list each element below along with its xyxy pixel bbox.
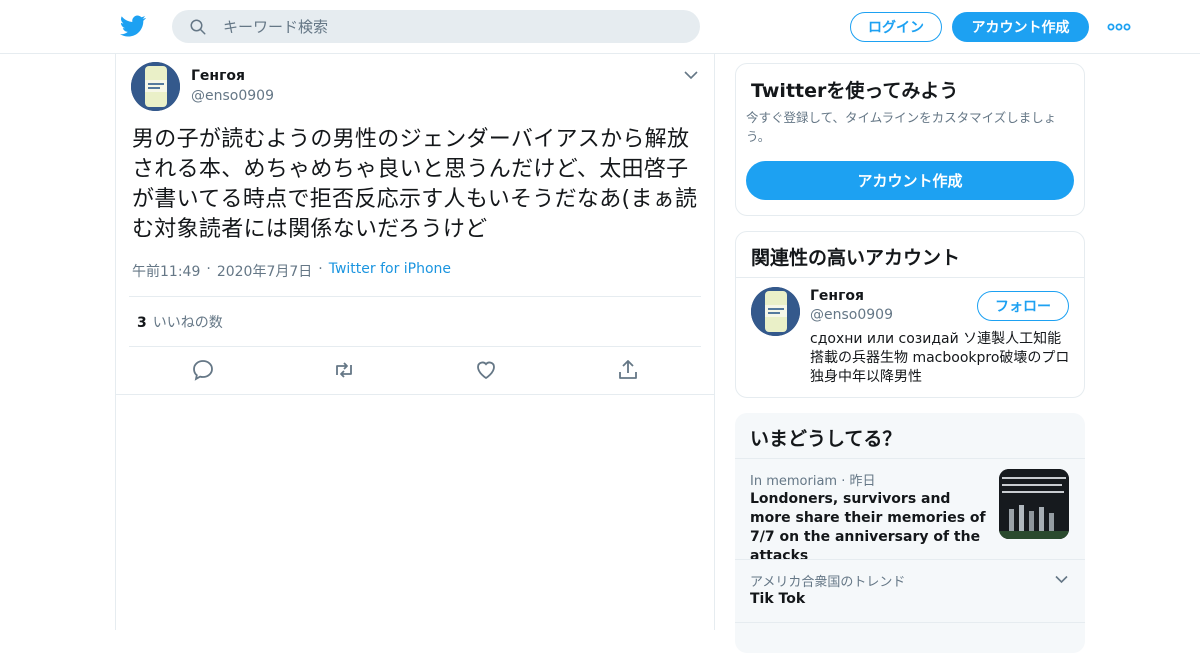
- trends-card: いまどうしてる？ In memoriam · 昨日 Londoners, sur…: [735, 413, 1085, 653]
- related-accounts-card: 関連性の高いアカウント Генгоя @enso0909 フォロー сдохни…: [735, 231, 1085, 398]
- meta-separator: ·: [318, 261, 323, 277]
- divider: [736, 277, 1084, 278]
- divider: [116, 394, 714, 395]
- reply-icon[interactable]: [191, 358, 215, 382]
- search-input[interactable]: [223, 17, 683, 36]
- display-name[interactable]: Генгоя: [191, 68, 245, 84]
- signup-card-subtitle: 今すぐ登録して、タイムラインをカスタマイズしましょう。: [746, 110, 1057, 144]
- share-icon[interactable]: [616, 358, 640, 382]
- trend-category: アメリカ合衆国のトレンド: [750, 575, 906, 590]
- divider: [735, 458, 1085, 459]
- related-account-name[interactable]: Генгоя: [810, 288, 864, 304]
- tweet-meta: 午前11:49 · 2020年7月7日 · Twitter for iPhone: [132, 261, 451, 281]
- signup-card: Twitterを使ってみよう 今すぐ登録して、タイムラインをカスタマイズしましょ…: [735, 63, 1085, 216]
- divider: [129, 296, 701, 297]
- avatar[interactable]: [751, 287, 800, 336]
- follow-button[interactable]: フォロー: [977, 291, 1069, 321]
- retweet-icon[interactable]: [332, 358, 356, 382]
- twitter-bird-icon[interactable]: [120, 13, 146, 39]
- signup-card-title: Twitterを使ってみよう: [751, 80, 959, 102]
- related-card-title: 関連性の高いアカウント: [751, 247, 961, 269]
- trend-title[interactable]: Londoners, survivors and more share thei…: [750, 490, 990, 566]
- trend-thumbnail[interactable]: [999, 469, 1069, 539]
- trend-meta: In memoriam · 昨日: [750, 470, 876, 489]
- trends-card-title: いまどうしてる？: [750, 428, 902, 450]
- chevron-down-icon[interactable]: [684, 70, 698, 80]
- divider: [735, 559, 1085, 560]
- more-icon[interactable]: [1106, 18, 1132, 36]
- top-bar: ログイン アカウント作成: [0, 0, 1200, 54]
- tweet-source-link[interactable]: Twitter for iPhone: [329, 261, 451, 281]
- meta-separator: ·: [206, 261, 211, 277]
- divider: [129, 346, 701, 347]
- user-handle[interactable]: @enso0909: [191, 88, 274, 104]
- login-button[interactable]: ログイン: [850, 12, 942, 42]
- like-icon[interactable]: [474, 358, 498, 382]
- likes-stat[interactable]: 3 いいねの数: [137, 312, 223, 332]
- related-account-bio: сдохни или созидай ソ連製人工知能 搭載の兵器生物 macbo…: [810, 331, 1070, 385]
- chevron-down-icon[interactable]: [1055, 575, 1068, 584]
- related-account-handle[interactable]: @enso0909: [810, 307, 893, 323]
- avatar[interactable]: [131, 62, 180, 111]
- tweet-time[interactable]: 午前11:49: [132, 261, 200, 281]
- tweet-text: 男の子が読むようの男性のジェンダーバイアスから解放される本、めちゃめちゃ良いと思…: [132, 127, 698, 242]
- search-bar[interactable]: [172, 10, 700, 43]
- search-icon: [190, 19, 206, 34]
- tweet-actions: [116, 358, 714, 390]
- trend-time: 昨日: [849, 474, 876, 489]
- likes-label: いいねの数: [152, 315, 223, 331]
- create-account-button[interactable]: アカウント作成: [746, 161, 1074, 200]
- likes-count: 3: [137, 315, 147, 331]
- trend-category: In memoriam: [750, 474, 838, 489]
- signup-button[interactable]: アカウント作成: [952, 12, 1089, 42]
- tweet-column: Генгоя @enso0909 男の子が読むようの男性のジェンダーバイアスから…: [115, 54, 715, 630]
- trend-title[interactable]: Tik Tok: [750, 591, 805, 607]
- divider: [735, 622, 1085, 623]
- tweet-date[interactable]: 2020年7月7日: [217, 261, 312, 281]
